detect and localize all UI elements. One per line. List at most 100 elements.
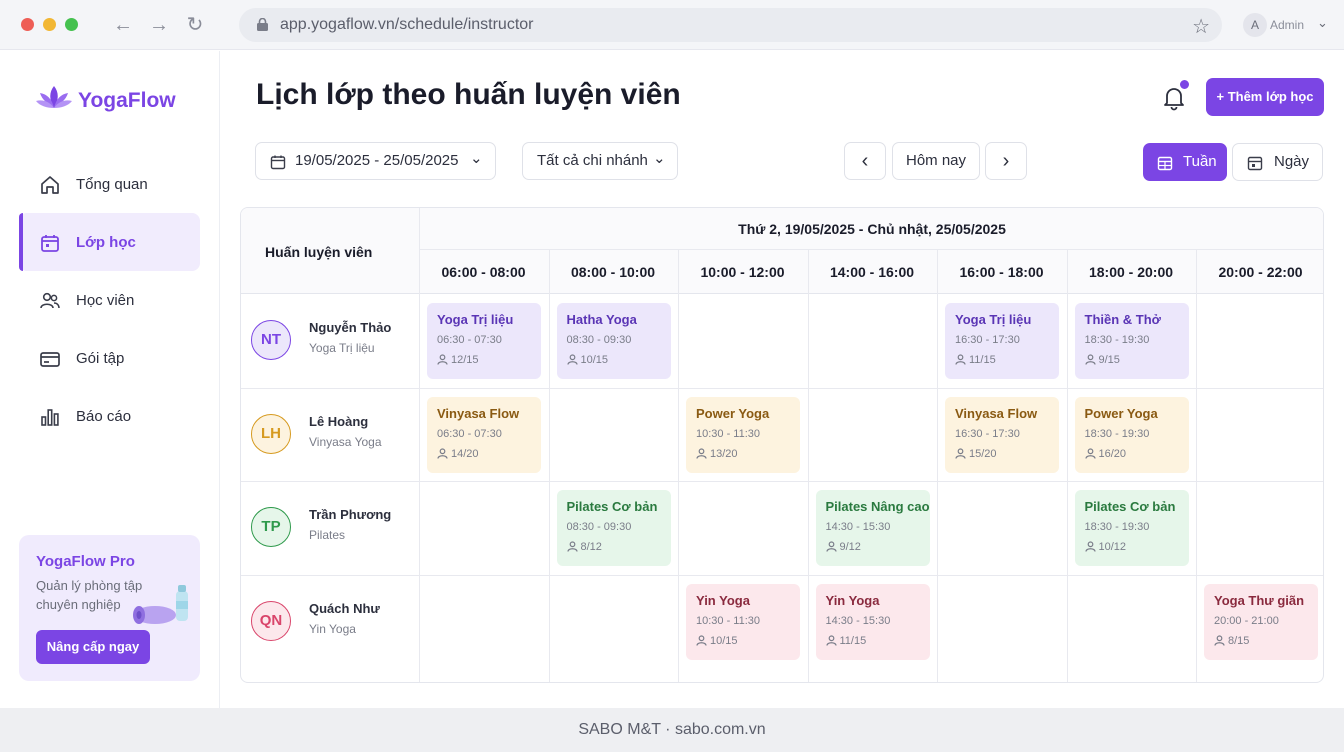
grid-column-divider xyxy=(419,208,420,682)
class-time: 18:30 - 19:30 xyxy=(1084,521,1150,533)
class-time: 08:30 - 09:30 xyxy=(566,334,632,346)
instructor-row-header[interactable]: QN Quách Như Yin Yoga xyxy=(241,575,419,668)
today-button-label: Hôm nay xyxy=(905,152,967,169)
time-slot-header: 10:00 - 12:00 xyxy=(700,264,785,280)
class-name: Power Yoga xyxy=(696,405,770,421)
user-icon xyxy=(825,541,837,552)
grid-column-divider xyxy=(678,249,679,682)
class-card[interactable]: Power Yoga 10:30 - 11:30 13/20 xyxy=(686,396,800,473)
class-card[interactable]: Yin Yoga 14:30 - 15:30 11/15 xyxy=(815,583,930,660)
instructor-row-header[interactable]: LH Lê Hoàng Vinyasa Yoga xyxy=(241,388,419,481)
user-icon xyxy=(955,447,966,459)
time-slot-header: 06:00 - 08:00 xyxy=(441,264,526,280)
upgrade-button[interactable]: Nâng cấp ngay xyxy=(36,630,150,664)
time-slot-header: 14:00 - 16:00 xyxy=(829,264,915,280)
class-card[interactable]: Yoga Trị liệu 06:30 - 07:30 12/15 xyxy=(427,303,541,379)
date-range-header: Thứ 2, 19/05/2025 - Chủ nhật, 25/05/2025 xyxy=(738,221,1006,237)
class-capacity: 15/20 xyxy=(955,448,997,460)
instructor-name: Nguyễn Thảo xyxy=(309,320,392,335)
sidebar-item-students[interactable]: Học viên xyxy=(19,271,200,329)
class-time: 14:30 - 15:30 xyxy=(825,614,891,627)
notification-badge xyxy=(1178,78,1191,91)
class-card[interactable]: Yoga Trị liệu 16:30 - 17:30 11/15 xyxy=(945,303,1059,379)
class-capacity: 11/15 xyxy=(955,354,996,366)
instructor-avatar: TP xyxy=(251,507,291,547)
class-card[interactable]: Power Yoga 18:30 - 19:30 16/20 xyxy=(1074,396,1189,473)
class-card[interactable]: Hatha Yoga 08:30 - 09:30 10/15 xyxy=(556,303,671,379)
instructor-avatar: LH xyxy=(251,413,291,454)
close-window-icon[interactable] xyxy=(21,18,34,31)
class-card[interactable]: Pilates Cơ bản 18:30 - 19:30 10/12 xyxy=(1074,490,1189,566)
instructor-column-header: Huấn luyện viên xyxy=(265,244,373,260)
class-capacity: 11/15 xyxy=(825,635,866,647)
grid-column-divider xyxy=(807,249,809,682)
view-day-button[interactable]: Ngày xyxy=(1232,143,1323,181)
class-card[interactable]: Vinyasa Flow 06:30 - 07:30 14/20 xyxy=(427,396,541,473)
class-card[interactable]: Pilates Cơ bản 08:30 - 09:30 8/12 xyxy=(556,490,671,566)
account-name: Admin xyxy=(1270,18,1305,32)
forward-arrow-icon[interactable]: → xyxy=(149,14,169,36)
capacity-count: 8/15 xyxy=(1228,634,1250,647)
view-week-button[interactable]: Tuần xyxy=(1143,143,1227,181)
class-card[interactable]: Thiền & Thở 18:30 - 19:30 9/15 xyxy=(1074,303,1189,379)
class-capacity: 13/20 xyxy=(696,448,738,460)
maximize-window-icon[interactable] xyxy=(65,18,78,31)
calendar-day-icon xyxy=(1247,156,1263,171)
sidebar-item-overview[interactable]: Tổng quan xyxy=(19,155,200,213)
next-week-button[interactable]: › xyxy=(985,142,1027,180)
instructor-row-header[interactable]: TP Trần Phương Pilates xyxy=(241,481,419,574)
class-time: 16:30 - 17:30 xyxy=(955,334,1020,346)
class-card[interactable]: Pilates Nâng cao 14:30 - 15:30 9/12 xyxy=(815,490,930,566)
class-capacity: 8/12 xyxy=(566,541,602,553)
time-slot-header: 20:00 - 22:00 xyxy=(1218,264,1303,280)
capacity-count: 10/12 xyxy=(1098,541,1127,553)
upgrade-promo-card: YogaFlow Pro Quản lý phòng tập chuyên ng… xyxy=(19,535,200,681)
sidebar-item-packages[interactable]: Gói tập xyxy=(19,329,200,387)
class-capacity: 14/20 xyxy=(437,448,479,460)
class-capacity: 12/15 xyxy=(437,354,479,366)
prev-week-button[interactable]: ‹ xyxy=(844,142,886,180)
minimize-window-icon[interactable] xyxy=(43,18,56,31)
capacity-count: 15/20 xyxy=(969,447,997,460)
class-card[interactable]: Yin Yoga 10:30 - 11:30 10/15 xyxy=(686,583,800,660)
instructor-specialty: Vinyasa Yoga xyxy=(309,434,382,449)
capacity-count: 9/15 xyxy=(1098,354,1120,366)
users-icon xyxy=(40,292,60,309)
sidebar-item-reports[interactable]: Báo cáo xyxy=(19,387,200,445)
schedule-header: Huấn luyện viên Thứ 2, 19/05/2025 - Chủ … xyxy=(241,208,1323,294)
class-card[interactable]: Vinyasa Flow 16:30 - 17:30 15/20 xyxy=(945,396,1059,473)
calendar-icon xyxy=(270,155,286,170)
instructor-row-header[interactable]: NT Nguyễn Thảo Yoga Trị liệu xyxy=(241,294,419,387)
browser-chrome: ← → ↻ app.yogaflow.vn/schedule/instructo… xyxy=(0,0,1344,50)
user-icon xyxy=(566,541,578,552)
class-time: 14:30 - 15:30 xyxy=(825,521,891,533)
class-name: Yin Yoga xyxy=(696,592,750,608)
sidebar-item-label: Báo cáo xyxy=(76,408,132,425)
account-menu[interactable]: A Admin ⌄ xyxy=(1243,13,1333,37)
user-icon xyxy=(1084,541,1096,552)
sidebar-item-classes[interactable]: Lớp học xyxy=(19,213,200,271)
bookmark-star-icon[interactable]: ☆ xyxy=(1192,14,1210,39)
add-class-button[interactable]: + Thêm lớp học xyxy=(1206,78,1324,116)
today-button[interactable]: Hôm nay xyxy=(892,142,980,180)
capacity-count: 13/20 xyxy=(710,447,738,460)
schedule-grid: Huấn luyện viên Thứ 2, 19/05/2025 - Chủ … xyxy=(240,207,1324,683)
class-time: 06:30 - 07:30 xyxy=(437,427,502,440)
chart-icon xyxy=(41,409,59,426)
date-range-picker[interactable]: 19/05/2025 - 25/05/2025 ⌄ xyxy=(255,142,496,180)
class-name: Thiền & Thở xyxy=(1084,312,1161,327)
lotus-icon xyxy=(36,86,72,108)
class-name: Yoga Trị liệu xyxy=(437,312,514,327)
header-divider xyxy=(419,249,1323,250)
sidebar-item-label: Gói tập xyxy=(76,350,125,367)
address-bar[interactable]: app.yogaflow.vn/schedule/instructor ☆ xyxy=(239,8,1222,42)
class-card[interactable]: Yoga Thư giãn 20:00 - 21:00 8/15 xyxy=(1204,583,1318,660)
instructor-avatar: QN xyxy=(251,600,291,641)
notification-bell[interactable] xyxy=(1162,78,1191,111)
class-time: 10:30 - 11:30 xyxy=(696,427,761,440)
user-icon xyxy=(696,447,707,459)
back-arrow-icon[interactable]: ← xyxy=(113,14,133,36)
reload-icon[interactable]: ↻ xyxy=(185,14,205,36)
capacity-count: 16/20 xyxy=(1098,447,1127,460)
branch-select[interactable]: Tất cả chi nhánh ⌄ xyxy=(522,142,678,180)
